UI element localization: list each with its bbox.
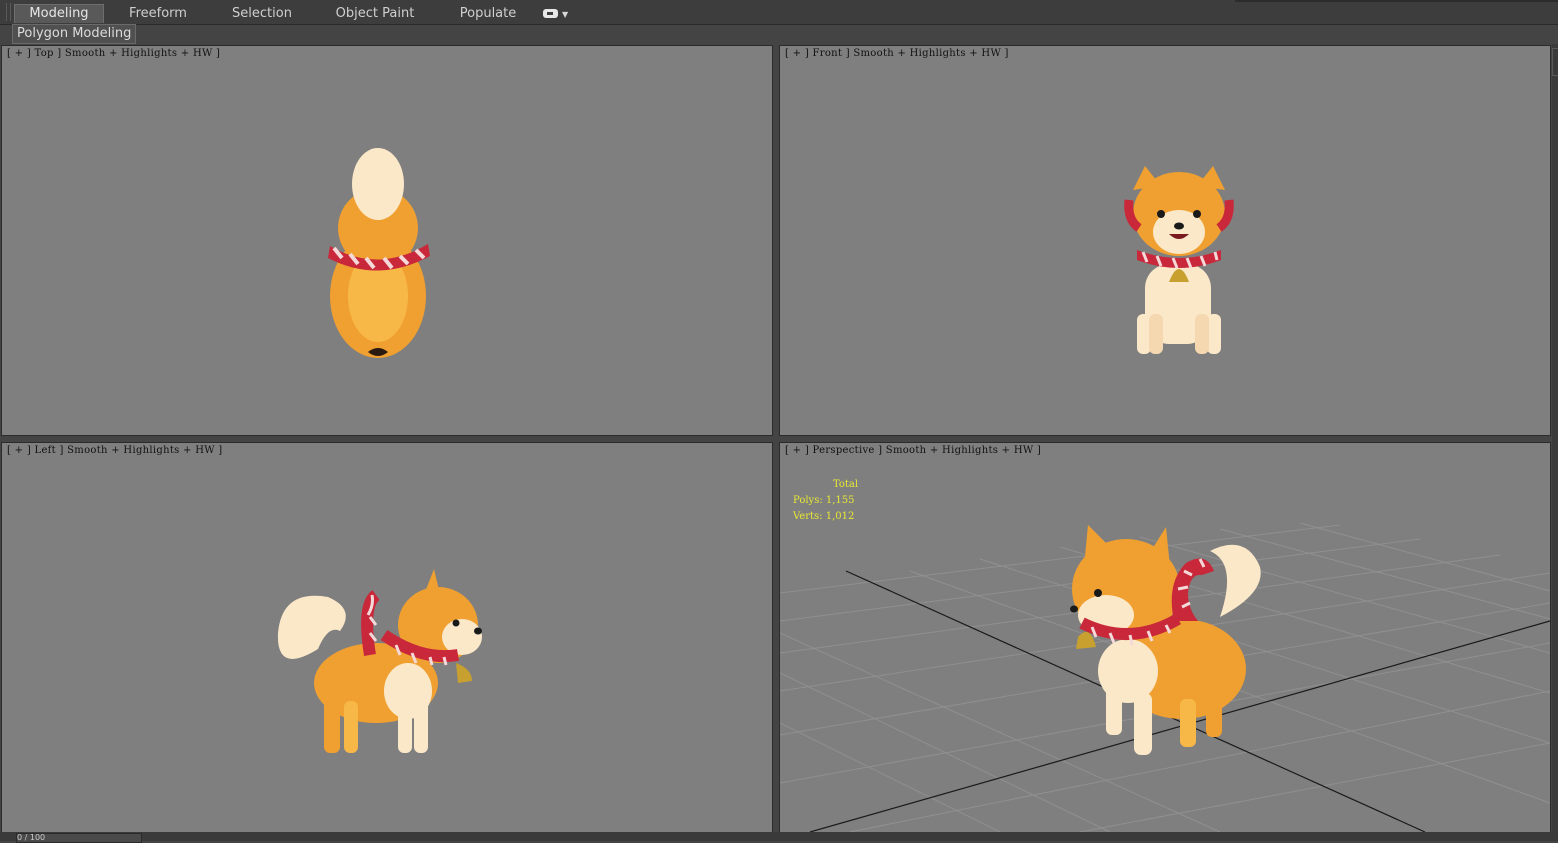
ribbon-top-line — [1235, 0, 1558, 2]
tab-populate[interactable]: Populate — [446, 5, 530, 23]
tab-selection[interactable]: Selection — [220, 5, 304, 23]
tab-modeling[interactable]: Modeling — [14, 4, 104, 23]
ribbon-toggle-button[interactable]: ▼ — [543, 8, 571, 20]
ribbon-panel-strip — [0, 25, 1558, 43]
chevron-down-icon: ▼ — [562, 10, 569, 19]
dog-model-left-view[interactable] — [272, 565, 488, 761]
dog-model-front-view[interactable] — [1123, 164, 1235, 360]
dog-model-perspective-view[interactable] — [1070, 523, 1266, 761]
viewport-perspective[interactable]: [ + ] Perspective ] Smooth + Highlights … — [779, 442, 1551, 833]
scrollbar-thumb[interactable] — [1552, 48, 1558, 76]
viewport-label-top[interactable]: [ + ] Top ] Smooth + Highlights + HW ] — [7, 48, 220, 59]
toolbar-grip[interactable] — [6, 3, 11, 21]
viewport-left[interactable]: [ + ] Left ] Smooth + Highlights + HW ] — [1, 442, 773, 833]
frame-counter[interactable]: 0 / 100 — [16, 833, 142, 843]
ribbon-tab-bar: Modeling Freeform Selection Object Paint… — [0, 0, 1558, 25]
tab-freeform[interactable]: Freeform — [116, 5, 200, 23]
viewport-front[interactable]: [ + ] Front ] Smooth + Highlights + HW ] — [779, 45, 1551, 436]
time-slider-bar[interactable]: 0 / 100 — [0, 832, 1558, 843]
toggle-icon — [543, 9, 558, 18]
viewport-top[interactable]: [ + ] Top ] Smooth + Highlights + HW ] — [1, 45, 773, 436]
dog-model-top-view[interactable] — [320, 146, 440, 361]
viewport-side-scrollbar[interactable] — [1552, 44, 1558, 839]
tab-object-paint[interactable]: Object Paint — [330, 5, 420, 23]
polygon-modeling-panel-button[interactable]: Polygon Modeling — [12, 24, 137, 44]
viewport-label-left[interactable]: [ + ] Left ] Smooth + Highlights + HW ] — [7, 445, 223, 456]
viewport-label-front[interactable]: [ + ] Front ] Smooth + Highlights + HW ] — [785, 48, 1009, 59]
